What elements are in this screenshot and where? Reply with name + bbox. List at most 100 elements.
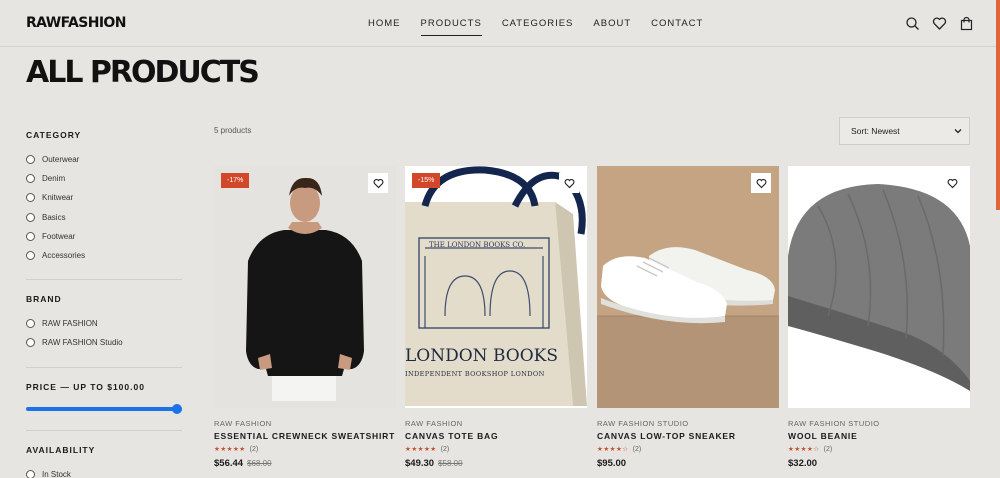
beanie-photo [788, 184, 970, 391]
product-brand: RAW FASHION STUDIO [597, 419, 689, 428]
page-scrollbar[interactable] [996, 0, 1000, 478]
category-option[interactable]: Accessories [26, 246, 182, 265]
product-rating: ★★★★★ (2) [214, 445, 396, 454]
discount-badge: -17% [221, 173, 250, 188]
page-title: ALL PRODUCTS [26, 55, 260, 90]
radio-button[interactable] [26, 155, 35, 165]
product-price: $49.30 $58.00 [405, 458, 587, 469]
option-label: RAW FASHION [42, 319, 98, 329]
product-rating: ★★★★☆ (2) [597, 445, 779, 454]
product-brand: RAW FASHION [405, 419, 463, 428]
option-label: Denim [42, 174, 66, 184]
radio-button[interactable] [26, 212, 35, 222]
category-filter: CATEGORY Outerwear Denim Knitwear Basics… [26, 130, 182, 281]
radio-button[interactable] [26, 251, 35, 261]
brand-option[interactable]: RAW FASHION [26, 314, 182, 333]
sweatshirt-photo [246, 177, 364, 401]
radio-button[interactable] [26, 193, 35, 203]
radio-button[interactable] [26, 338, 35, 348]
sneaker-photo [597, 166, 779, 408]
slider-track [26, 406, 182, 411]
review-count: (2) [632, 445, 642, 453]
nav-products[interactable]: PRODUCTS [420, 18, 483, 36]
brand-filter: BRAND RAW FASHION RAW FASHION Studio [26, 294, 182, 368]
price-slider[interactable] [26, 402, 182, 416]
category-option[interactable]: Basics [26, 208, 182, 227]
nav-categories[interactable]: CATEGORIES [502, 18, 574, 29]
product-image[interactable] [788, 166, 970, 408]
category-option[interactable]: Knitwear [26, 188, 182, 207]
slider-handle[interactable] [172, 403, 182, 414]
wishlist-button[interactable] [751, 173, 771, 193]
category-option[interactable]: Outerwear [26, 150, 182, 169]
radio-button[interactable] [26, 469, 35, 478]
product-image[interactable]: -17% [214, 166, 396, 408]
heart-icon[interactable] [932, 16, 947, 31]
product-name[interactable]: CANVAS TOTE BAG [405, 431, 587, 441]
product-brand: RAW FASHION STUDIO [788, 419, 880, 428]
original-price: $58.00 [438, 459, 463, 468]
product-name[interactable]: WOOL BEANIE [788, 431, 970, 441]
option-label: In Stock [42, 469, 71, 478]
radio-button[interactable] [26, 319, 35, 329]
product-card[interactable]: -15% THE LONDON BOOKS CO. LONDON BOOKS I… [405, 166, 587, 469]
site-logo[interactable]: RAWFASHION [26, 15, 126, 31]
discount-badge: -15% [412, 173, 441, 188]
option-label: Footwear [42, 231, 76, 241]
product-price: $56.44 $68.00 [214, 458, 396, 469]
product-name[interactable]: ESSENTIAL CREWNECK SWEATSHIRT [214, 431, 396, 441]
product-rating: ★★★★☆ (2) [788, 445, 970, 454]
search-icon[interactable] [905, 16, 920, 31]
original-price: $68.00 [247, 459, 272, 468]
brand-option[interactable]: RAW FASHION Studio [26, 333, 182, 352]
star-rating: ★★★★☆ [788, 446, 820, 453]
sort-value: Sort: Newest [851, 126, 900, 136]
review-count: (2) [249, 445, 259, 453]
product-image[interactable] [597, 166, 779, 408]
product-card[interactable]: RAW FASHION STUDIO WOOL BEANIE ★★★★☆ (2) … [788, 166, 970, 469]
radio-button[interactable] [26, 174, 35, 184]
current-price: $49.30 [405, 458, 435, 469]
product-count: 5 products [214, 126, 252, 135]
nav-contact[interactable]: CONTACT [651, 18, 703, 29]
option-label: Basics [42, 212, 66, 222]
wishlist-button[interactable] [368, 173, 388, 193]
option-label: Outerwear [42, 155, 80, 165]
nav-about[interactable]: ABOUT [593, 18, 631, 29]
star-rating: ★★★★☆ [597, 446, 629, 453]
product-image[interactable]: -15% THE LONDON BOOKS CO. LONDON BOOKS I… [405, 166, 587, 408]
sort-select[interactable]: Sort: Newest [839, 117, 970, 145]
heart-icon [756, 178, 766, 188]
wishlist-button[interactable] [942, 173, 962, 193]
heart-icon [564, 178, 574, 188]
tote-print-subtitle: INDEPENDENT BOOKSHOP LONDON [405, 370, 545, 378]
site-header: RAWFASHION HOME PRODUCTS CATEGORIES ABOU… [0, 0, 1000, 47]
scroll-thumb[interactable] [996, 0, 1000, 210]
bag-icon[interactable] [959, 16, 974, 31]
product-rating: ★★★★★ (2) [405, 445, 587, 454]
option-label: Knitwear [42, 193, 74, 203]
price-heading: PRICE — UP TO $100.00 [26, 381, 145, 392]
nav-home[interactable]: HOME [368, 18, 401, 29]
heart-icon [373, 178, 383, 188]
review-count: (2) [440, 445, 450, 453]
product-card[interactable]: RAW FASHION STUDIO CANVAS LOW-TOP SNEAKE… [597, 166, 779, 469]
category-option[interactable]: Denim [26, 169, 182, 188]
review-count: (2) [823, 445, 833, 453]
main-nav: HOME PRODUCTS CATEGORIES ABOUT CONTACT [368, 18, 723, 36]
current-price: $56.44 [214, 458, 244, 469]
wishlist-button[interactable] [559, 173, 579, 193]
star-rating: ★★★★★ [214, 446, 246, 453]
product-name[interactable]: CANVAS LOW-TOP SNEAKER [597, 431, 779, 441]
product-card[interactable]: -17% RAW FASHION ESSENTIAL CREWNECK SWEA… [214, 166, 396, 469]
category-option[interactable]: Footwear [26, 227, 182, 246]
product-price: $32.00 [788, 458, 970, 469]
header-actions [905, 16, 974, 31]
tote-print-small: THE LONDON BOOKS CO. [429, 241, 526, 249]
availability-heading: AVAILABILITY [26, 444, 96, 455]
option-label: Accessories [42, 251, 86, 261]
radio-button[interactable] [26, 231, 35, 241]
option-label: RAW FASHION Studio [42, 338, 123, 348]
availability-option[interactable]: In Stock [26, 465, 182, 478]
price-filter: PRICE — UP TO $100.00 [26, 382, 182, 431]
